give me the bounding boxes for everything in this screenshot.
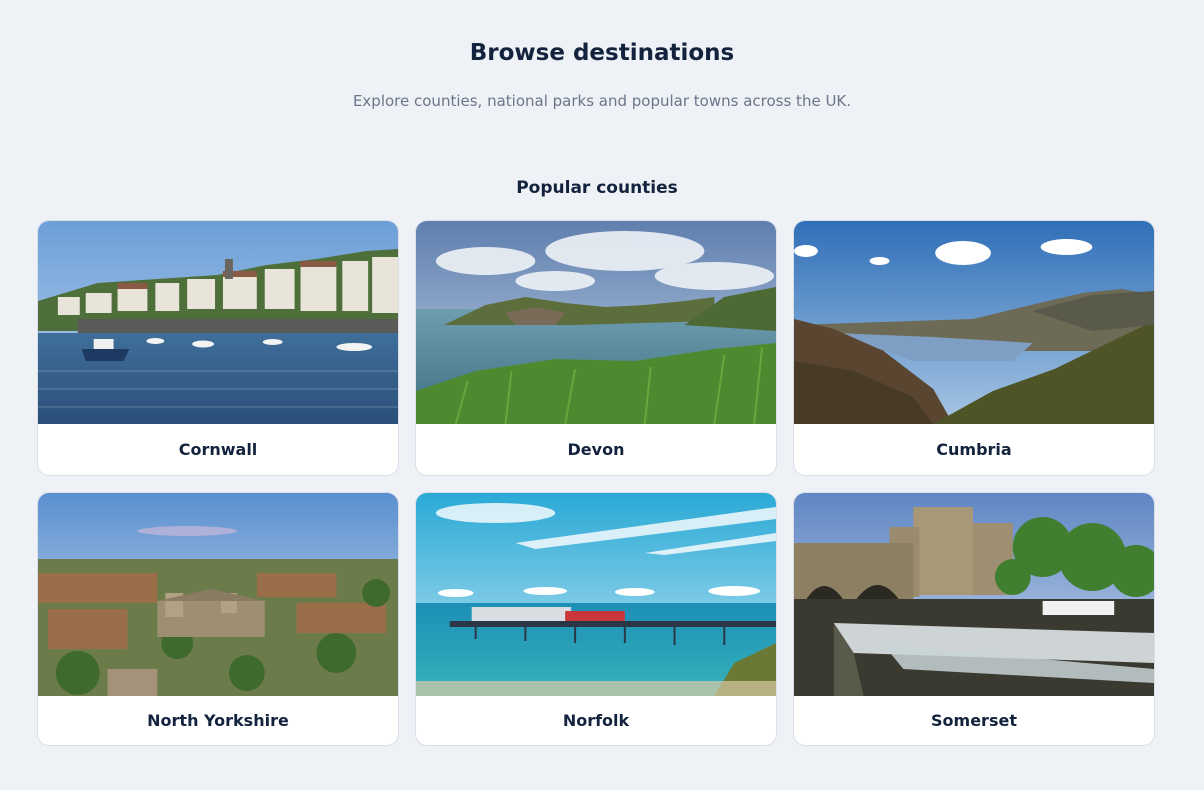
cumbria-lake-valley-image <box>794 221 1154 424</box>
county-name-north-yorkshire: North Yorkshire <box>147 711 289 730</box>
county-card-grid: Cornwall Devon Cumbria North Yorkshire N… <box>37 220 1155 746</box>
county-card-north-yorkshire[interactable]: North Yorkshire <box>37 492 399 746</box>
north-yorkshire-aerial-town-image <box>38 493 398 696</box>
devon-coastal-bay-image <box>416 221 776 424</box>
county-name-somerset: Somerset <box>931 711 1017 730</box>
county-card-somerset[interactable]: Somerset <box>793 492 1155 746</box>
county-name-cornwall: Cornwall <box>178 440 258 459</box>
somerset-bridge-weir-image <box>794 493 1154 696</box>
browse-destinations-page: Browse destinations Explore counties, na… <box>0 0 1204 790</box>
county-card-norfolk[interactable]: Norfolk <box>415 492 777 746</box>
county-name-devon: Devon <box>567 440 625 459</box>
norfolk-seaside-pier-image <box>416 493 776 696</box>
section-title-popular-counties: Popular counties <box>516 178 678 198</box>
county-card-devon[interactable]: Devon <box>415 220 777 476</box>
county-name-cumbria: Cumbria <box>936 440 1012 459</box>
county-name-norfolk: Norfolk <box>562 711 630 730</box>
county-card-cumbria[interactable]: Cumbria <box>793 220 1155 476</box>
page-title: Browse destinations <box>469 40 735 66</box>
cornwall-harbour-image <box>38 221 398 424</box>
page-subtitle: Explore counties, national parks and pop… <box>352 92 852 110</box>
county-card-cornwall[interactable]: Cornwall <box>37 220 399 476</box>
